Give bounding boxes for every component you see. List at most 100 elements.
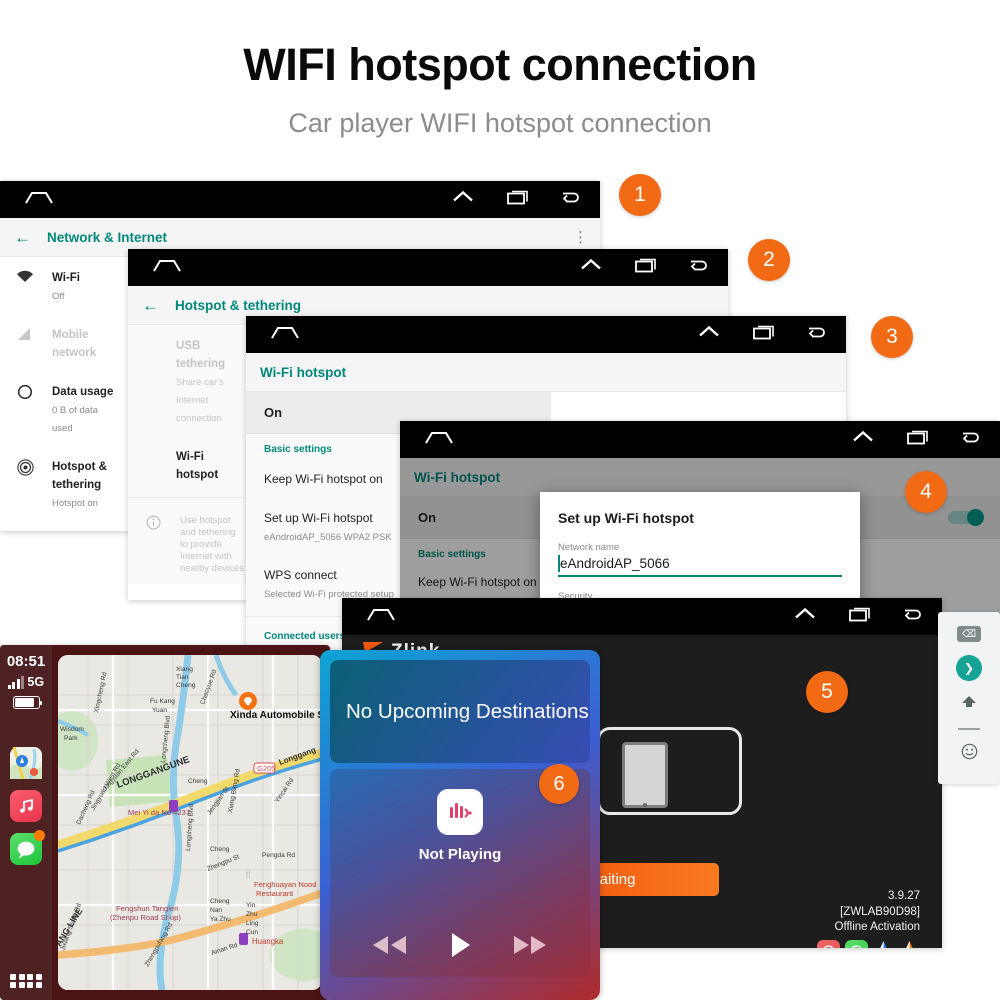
chevron-up-icon[interactable] — [698, 325, 720, 345]
overflow-menu-icon[interactable]: ⋮ — [573, 228, 588, 246]
recents-icon[interactable] — [906, 429, 928, 450]
carplay-sidebar: 08:51 5G — [0, 645, 52, 1000]
list-item-title: Mobile network — [52, 329, 97, 359]
android-navbar — [246, 316, 846, 353]
backspace-icon[interactable]: ⌫ — [957, 626, 981, 642]
hotspot-state-label: On — [264, 405, 283, 420]
list-item[interactable]: USB tethering Share car's Internet connec… — [128, 325, 258, 436]
list-item-title: USB tethering — [176, 340, 226, 370]
svg-text:Wisdom: Wisdom — [60, 726, 84, 733]
home-icon[interactable] — [424, 430, 454, 450]
now-playing-label: Not Playing — [418, 846, 502, 863]
list-item[interactable]: Mobile network — [0, 314, 130, 371]
panel2-title: Hotspot & tethering — [175, 297, 301, 313]
recents-icon[interactable] — [506, 189, 528, 210]
back-icon[interactable] — [902, 607, 924, 627]
svg-text:Fengshun Tanglen: Fengshun Tanglen — [116, 904, 178, 913]
back-icon[interactable] — [960, 430, 982, 450]
svg-text:Tian: Tian — [176, 674, 189, 681]
androidauto-orange-icon[interactable] — [899, 940, 920, 948]
svg-text:Fu Kang: Fu Kang — [150, 698, 175, 705]
step-badge-2: 2 — [748, 239, 790, 281]
clock: 08:51 — [6, 653, 46, 670]
list-item-wifi-hotspot[interactable]: Wi-Fi hotspot — [128, 436, 258, 493]
list-item-title: Set up Wi-Fi hotspot — [264, 511, 373, 525]
list-item-hotspot[interactable]: Hotspot & tethering Hotspot on — [0, 446, 130, 521]
recents-icon[interactable] — [848, 606, 870, 627]
supported-apps — [817, 940, 920, 948]
svg-text:Cheng: Cheng — [188, 778, 208, 785]
divider — [128, 497, 258, 498]
activation-status: Offline Activation — [834, 920, 920, 933]
svg-text:Park: Park — [64, 735, 78, 742]
panel-carplay-dashboard: No Upcoming Destinations Not Playing — [320, 650, 600, 1000]
svg-text:🍴: 🍴 — [166, 912, 175, 921]
list-item-subtitle: Off — [52, 291, 65, 302]
svg-text:Yuan: Yuan — [152, 707, 167, 714]
chevron-up-icon[interactable] — [580, 258, 602, 278]
svg-text:Zhu: Zhu — [246, 911, 258, 918]
list-item-title: Wi-Fi hotspot — [176, 451, 219, 481]
chevron-up-icon[interactable] — [852, 430, 874, 450]
carplay-red-icon[interactable] — [817, 940, 840, 948]
battery-icon — [12, 696, 42, 709]
back-icon[interactable] — [688, 258, 710, 278]
androidauto-blue-icon[interactable] — [873, 940, 894, 948]
chevron-up-icon[interactable] — [794, 607, 816, 627]
chevron-up-icon[interactable] — [452, 190, 474, 210]
panel3-title: Wi-Fi hotspot — [260, 364, 347, 380]
list-item-subtitle: Hotspot on — [52, 498, 98, 509]
list-item[interactable]: Wi-Fi Off — [0, 257, 130, 314]
svg-text:Pengda Rd: Pengda Rd — [262, 852, 295, 859]
home-icon[interactable] — [24, 190, 54, 210]
emoji-icon[interactable] — [961, 743, 978, 765]
phone-illustration-icon — [597, 727, 742, 815]
home-icon[interactable] — [270, 325, 300, 345]
list-item-title: Keep Wi-Fi hotspot on — [264, 472, 383, 486]
network-name-value: eAndroidAP_5066 — [560, 556, 670, 571]
rewind-icon[interactable] — [370, 934, 410, 961]
svg-text:Huangka: Huangka — [252, 937, 284, 946]
map-view[interactable]: Xiang Tian Cheng Fu Kang Yuan Wisdom Park Ch… — [58, 655, 322, 990]
play-icon[interactable] — [447, 931, 473, 964]
step-badge-1: 1 — [619, 174, 661, 216]
network-label: 5G — [27, 675, 45, 689]
music-icon[interactable] — [10, 790, 42, 822]
maps-icon[interactable] — [10, 747, 42, 779]
svg-text:Nan: Nan — [210, 907, 222, 914]
home-icon[interactable] — [366, 607, 396, 627]
home-icon[interactable] — [152, 258, 182, 278]
list-item[interactable]: VPN — [0, 521, 130, 531]
shift-up-icon[interactable] — [959, 694, 979, 715]
step-badge-6: 6 — [539, 764, 579, 804]
version-number: 3.9.27 — [888, 890, 920, 903]
back-icon[interactable] — [560, 190, 582, 210]
destinations-label: No Upcoming Destinations — [346, 699, 589, 723]
app-grid-icon[interactable] — [10, 973, 42, 988]
keyboard-strip: ⌫ ❯ — [938, 612, 1000, 784]
destinations-card[interactable]: No Upcoming Destinations — [330, 660, 590, 763]
svg-text:Ya Zhu: Ya Zhu — [210, 916, 231, 923]
recents-icon[interactable] — [752, 324, 774, 345]
panel-carplay: 08:51 5G Xiang Tian Cheng Fu Kang Yuan W… — [0, 645, 330, 1000]
list-item-subtitle: eAndroidAP_5066 WPA2 PSK — [264, 532, 392, 543]
svg-text:Cheng: Cheng — [210, 846, 230, 853]
fast-forward-icon[interactable] — [510, 934, 550, 961]
go-chevron-icon[interactable]: ❯ — [956, 655, 982, 681]
messages-icon[interactable] — [10, 830, 45, 865]
recents-icon[interactable] — [634, 257, 656, 278]
info-text: Use hotspot and tethering to provide Int… — [180, 515, 244, 574]
svg-text:Mei Yi da No.4237: Mei Yi da No.4237 — [128, 808, 190, 817]
network-name-input[interactable]: eAndroidAP_5066 — [558, 553, 842, 577]
list-item-title: Hotspot & tethering — [52, 461, 107, 491]
android-navbar — [342, 598, 942, 635]
list-item[interactable]: Data usage 0 B of data used — [0, 371, 130, 446]
list-item-title: WPS connect — [264, 568, 337, 582]
data-usage-icon — [14, 382, 36, 400]
back-arrow-icon[interactable]: ← — [14, 229, 31, 246]
back-arrow-icon[interactable]: ← — [142, 297, 159, 314]
back-icon[interactable] — [806, 325, 828, 345]
svg-text:Fenghuayan Nood: Fenghuayan Nood — [254, 880, 317, 889]
apple-music-icon — [437, 789, 483, 835]
carlife-green-icon[interactable] — [845, 940, 868, 948]
